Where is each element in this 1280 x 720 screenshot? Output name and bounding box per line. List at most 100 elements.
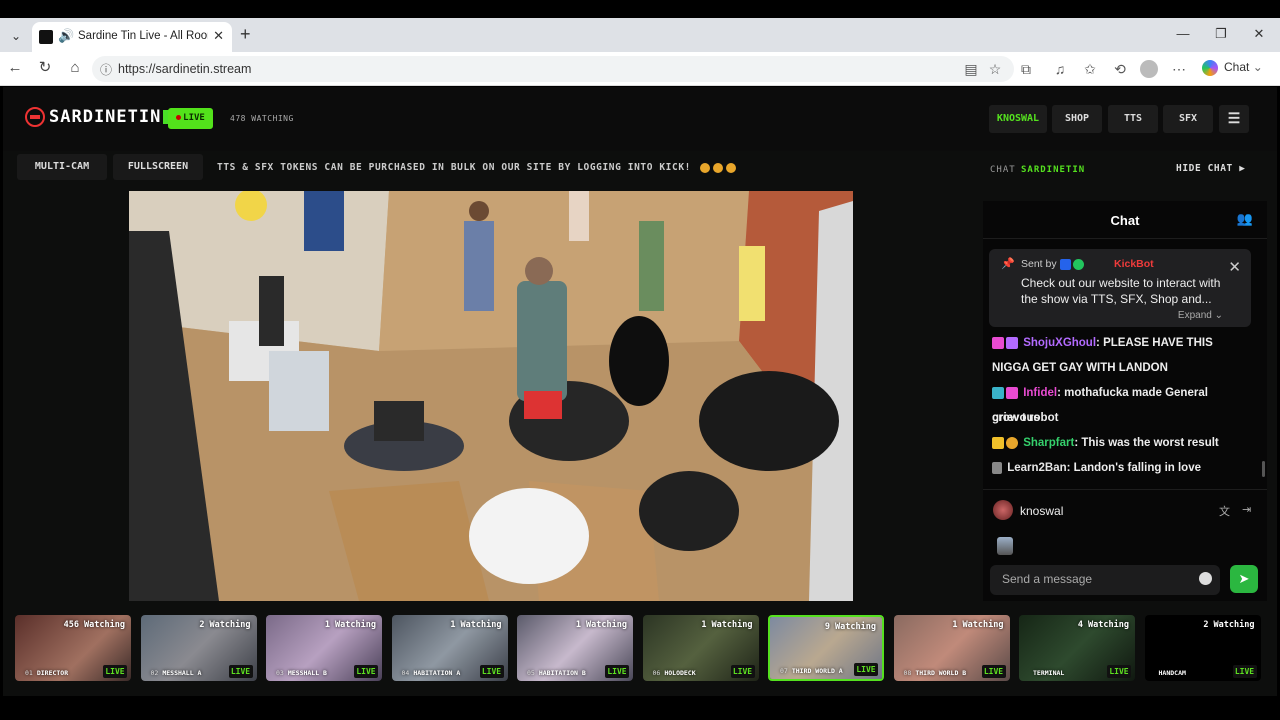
camera-watching: 2 Watching — [1203, 620, 1255, 630]
camera-number: 07 — [780, 667, 788, 675]
chat-message-text: NIGGA GET GAY WITH LANDON — [992, 362, 1168, 374]
camera-number: 03 — [276, 669, 284, 677]
camera-name: MESSHALL A — [162, 669, 202, 677]
pinned-bot-name[interactable]: KickBot — [1114, 258, 1154, 270]
url-text[interactable]: https://sardinetin.stream — [118, 62, 251, 76]
audio-playing-icon[interactable]: 🔊 — [58, 28, 74, 44]
camera-thumbnail[interactable]: 1 Watching 03 MESSHALL B LIVE — [266, 615, 382, 681]
sent-by-label: Sent by — [1021, 258, 1057, 270]
pinned-message: 📌 Sent by KickBot Check out our website … — [989, 249, 1251, 327]
chat-label: CHAT — [990, 165, 1016, 175]
send-button[interactable]: ➤ — [1230, 565, 1258, 593]
camera-live-badge: LIVE — [730, 665, 755, 678]
window-close-icon[interactable]: ✕ — [1251, 26, 1267, 42]
chat-message: ShojuXGhoul: PLEASE HAVE THIS — [992, 331, 1256, 356]
media-control-icon[interactable]: ♫ — [1051, 60, 1069, 78]
favorites-icon[interactable]: ✩ — [1081, 60, 1099, 78]
fish-logo-icon — [25, 107, 45, 127]
site-header: SARDINETIN LIVE 478 WATCHING KNOSWAL SHO… — [3, 87, 1277, 151]
hide-chat-button[interactable]: HIDE CHAT ▶ — [1176, 163, 1246, 174]
chat-input[interactable] — [990, 565, 1220, 595]
camera-thumbnail[interactable]: 4 Watching TERMINAL LIVE — [1019, 615, 1135, 681]
refresh-icon[interactable]: ↻ — [36, 59, 54, 77]
history-icon[interactable]: ⟲ — [1111, 60, 1129, 78]
camera-watching: 9 Watching — [824, 622, 876, 632]
camera-live-badge: LIVE — [228, 665, 253, 678]
home-icon[interactable]: ⌂ — [66, 59, 84, 77]
tts-button[interactable]: TTS — [1108, 105, 1158, 133]
coin-icon — [713, 162, 724, 173]
chat-username[interactable]: Infidel — [1023, 387, 1057, 399]
chat-scrollbar[interactable] — [1262, 461, 1265, 477]
emote-preview-icon[interactable] — [997, 537, 1013, 555]
site-info-icon[interactable]: ⓘ — [100, 61, 112, 78]
multicam-button[interactable]: MULTI-CAM — [17, 154, 107, 180]
extensions-icon[interactable]: ⧉ — [1017, 60, 1035, 78]
camera-thumbnail[interactable]: 1 Watching 05 HABITATION B LIVE — [517, 615, 633, 681]
camera-label: 07 THIRD WORLD A — [780, 667, 843, 675]
live-badge: LIVE — [168, 108, 213, 129]
camera-thumbnail[interactable]: 2 Watching 02 MESSHALL A LIVE — [140, 615, 257, 681]
users-icon[interactable]: 👥 — [1237, 211, 1253, 227]
translate-icon[interactable]: 文 — [1219, 503, 1230, 519]
camera-thumbnail[interactable]: 1 Watching 08 THIRD WORLD B LIVE — [893, 615, 1010, 681]
site-favicon-icon — [39, 30, 53, 44]
copilot-chat-button[interactable]: Chat ⌄ — [1202, 60, 1263, 76]
expand-pinned-button[interactable]: Expand ⌄ — [1178, 310, 1223, 321]
tab-list-icon[interactable]: ⌄ — [6, 26, 26, 46]
sfx-button[interactable]: SFX — [1163, 105, 1213, 133]
camera-number: 08 — [903, 669, 912, 677]
camera-live-badge: LIVE — [981, 665, 1006, 678]
browser-tab[interactable]: 🔊 Sardine Tin Live - All Rooms, / ✕ — [32, 22, 232, 52]
fullscreen-button[interactable]: FULLSCREEN — [113, 154, 203, 180]
brand-name: SARDINETIN — [49, 107, 162, 127]
profile-avatar[interactable] — [1140, 60, 1158, 78]
emoji-icon[interactable] — [1199, 572, 1212, 585]
copilot-label: Chat — [1224, 60, 1250, 75]
camera-name: HANDCAM — [1158, 669, 1186, 677]
chat-panel: Chat 👥 📌 Sent by KickBot Check out our w… — [983, 201, 1267, 601]
logout-icon[interactable]: ⇥ — [1242, 503, 1251, 516]
user-button[interactable]: KNOSWAL — [989, 105, 1047, 133]
badge-icon — [1006, 386, 1018, 399]
camera-thumbnail[interactable]: 456 Watching 01 DIRECTOR LIVE — [15, 615, 131, 681]
current-username: knoswal — [1020, 504, 1064, 518]
browser-tab-bar: ⌄ 🔊 Sardine Tin Live - All Rooms, / ✕ + … — [0, 18, 1280, 52]
tab-title: Sardine Tin Live - All Rooms, / — [78, 30, 208, 42]
back-icon[interactable]: ← — [6, 59, 24, 77]
camera-watching: 1 Watching — [952, 620, 1004, 630]
more-icon[interactable]: ⋯ — [1170, 60, 1188, 78]
site-page: SARDINETIN LIVE 478 WATCHING KNOSWAL SHO… — [3, 87, 1277, 696]
subscriber-badge-icon — [992, 336, 1004, 349]
ticker-text: TTS & SFX TOKENS CAN BE PURCHASED IN BUL… — [217, 162, 691, 173]
reader-mode-icon[interactable]: ▤ — [962, 60, 980, 78]
camera-thumbnail[interactable]: 1 Watching 06 HOLODECK LIVE — [642, 615, 759, 681]
chat-header-bar: CHAT SARDINETIN HIDE CHAT ▶ — [988, 157, 1264, 181]
shop-button[interactable]: SHOP — [1052, 105, 1102, 133]
camera-thumbnail[interactable]: 9 Watching 07 THIRD WORLD A LIVE — [768, 615, 884, 681]
browser-toolbar: ← ↻ ⌂ ⓘ https://sardinetin.stream ▤ ☆ ⧉ … — [0, 52, 1280, 86]
chat-username[interactable]: ShojuXGhoul — [1023, 337, 1096, 349]
live-dot-icon — [176, 115, 182, 120]
restore-icon[interactable]: ❐ — [1213, 26, 1229, 42]
camera-thumbnail[interactable]: 2 Watching HANDCAM LIVE — [1144, 615, 1261, 681]
message-field[interactable] — [1002, 572, 1192, 586]
tab-close-icon[interactable]: ✕ — [213, 28, 224, 44]
bottom-edge — [0, 696, 1280, 720]
camera-thumbnail[interactable]: 1 Watching 04 HABITATION A LIVE — [391, 615, 508, 681]
favorite-star-icon[interactable]: ☆ — [986, 60, 1004, 78]
camera-label: 06 HOLODECK — [653, 669, 696, 677]
menu-icon[interactable]: ☰ — [1219, 105, 1249, 133]
minimize-icon[interactable]: — — [1175, 26, 1191, 41]
new-tab-icon[interactable]: + — [240, 24, 251, 45]
brand-logo[interactable]: SARDINETIN — [25, 107, 170, 127]
current-user-row: knoswal 文 ⇥ — [983, 489, 1267, 533]
chat-username[interactable]: Learn2Ban — [1007, 462, 1066, 474]
camera-number: 05 — [527, 669, 535, 677]
chat-username[interactable]: Sharpfart — [1023, 437, 1074, 449]
camera-label: HANDCAM — [1155, 669, 1186, 677]
main-video-player[interactable] — [129, 191, 853, 601]
close-pinned-icon[interactable]: ✕ — [1228, 258, 1241, 276]
address-bar[interactable]: ⓘ https://sardinetin.stream ▤ ☆ — [92, 56, 1014, 82]
avatar[interactable] — [993, 500, 1013, 520]
